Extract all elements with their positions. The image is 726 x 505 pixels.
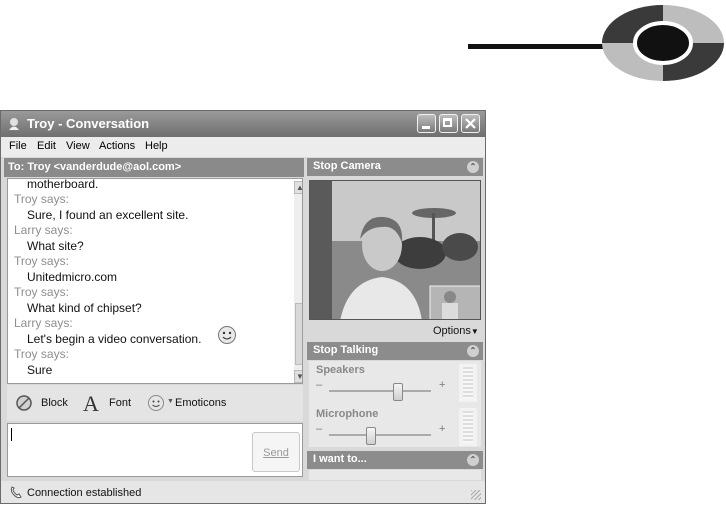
chat-sender: Larry says: — [14, 223, 73, 237]
scroll-down-button[interactable]: ▼ — [294, 370, 302, 383]
microphone-thumb[interactable] — [366, 427, 376, 445]
font-icon: A — [83, 391, 99, 416]
window-title: Troy - Conversation — [27, 116, 150, 131]
send-button[interactable]: Send — [252, 432, 300, 472]
chat-sender: Larry says: — [14, 316, 73, 330]
microphone-track — [329, 434, 431, 436]
i-want-to-label: I want to... — [313, 453, 367, 465]
speakers-label: Speakers — [316, 364, 365, 376]
i-want-to-panel — [309, 470, 481, 480]
messenger-icon — [9, 118, 19, 130]
format-toolbar: Block A Font ▼ Emoticons — [7, 385, 303, 421]
chat-sender: Troy says: — [14, 285, 69, 299]
chat-message: Sure — [27, 363, 53, 377]
stop-camera-header[interactable]: Stop Camera ⌃ — [307, 158, 483, 176]
close-button[interactable] — [461, 114, 480, 133]
connection-phone-icon — [10, 486, 22, 499]
emoticons-button[interactable]: ▼ Emoticons — [143, 389, 233, 417]
collapse-chevron-icon[interactable]: ⌃ — [467, 454, 479, 466]
send-label: Send — [263, 447, 289, 459]
message-input[interactable]: Send — [7, 423, 303, 477]
collapse-chevron-icon[interactable]: ⌃ — [467, 345, 479, 357]
audio-controls: Speakers – + Microphone – + — [309, 361, 481, 447]
i-want-to-header[interactable]: I want to... ⌃ — [307, 451, 483, 469]
menu-view[interactable]: View — [66, 140, 90, 152]
video-feed — [309, 180, 481, 320]
stop-camera-label: Stop Camera — [313, 160, 381, 172]
emoticons-label: Emoticons — [175, 397, 227, 409]
microphone-minus[interactable]: – — [316, 423, 322, 435]
options-label: Options — [433, 325, 471, 337]
recipient-bar: To: Troy <vanderdude@aol.com> — [4, 158, 304, 177]
dropdown-arrow-icon: ▼ — [167, 398, 174, 405]
chat-sender: Troy says: — [14, 347, 69, 361]
chat-history[interactable]: motherboard. Troy says: Sure, I found an… — [7, 178, 303, 384]
minimize-icon — [422, 126, 430, 129]
microphone-level-meter — [459, 408, 477, 446]
close-icon — [465, 118, 476, 129]
scroll-up-button[interactable]: ▲ — [294, 181, 302, 194]
speakers-track — [329, 390, 431, 392]
maximize-icon — [443, 118, 452, 127]
chat-scrollbar[interactable]: ▲ ▼ — [294, 181, 302, 383]
microphone-slider[interactable] — [329, 427, 431, 445]
maximize-button[interactable] — [439, 114, 458, 133]
chat-message: What kind of chipset? — [27, 301, 142, 315]
block-icon — [16, 395, 32, 411]
status-bar: Connection established — [1, 481, 485, 503]
chat-sender: Troy says: — [14, 254, 69, 268]
menu-actions[interactable]: Actions — [99, 140, 135, 152]
speakers-minus[interactable]: – — [316, 379, 322, 391]
chat-message: What site? — [27, 239, 84, 253]
resize-grip[interactable] — [471, 490, 481, 500]
font-button[interactable]: A Font — [79, 389, 135, 417]
menu-file[interactable]: File — [9, 140, 27, 152]
microphone-label: Microphone — [316, 408, 379, 420]
chat-message: motherboard. — [27, 178, 99, 191]
chat-message: Let's begin a video conversation. — [27, 332, 202, 346]
decorative-badge — [602, 5, 724, 81]
status-text: Connection established — [27, 487, 142, 499]
menu-edit[interactable]: Edit — [37, 140, 56, 152]
chat-message: Sure, I found an excellent site. — [27, 208, 189, 222]
minimize-button[interactable] — [417, 114, 436, 133]
font-label: Font — [109, 397, 132, 409]
smiley-emoticon-icon — [218, 326, 236, 344]
menu-bar: File Edit View Actions Help — [1, 137, 485, 157]
stop-talking-label: Stop Talking — [313, 344, 379, 356]
dropdown-arrow-icon: ▼ — [470, 327, 479, 336]
microphone-plus[interactable]: + — [439, 423, 445, 435]
conversation-window: Troy - Conversation File Edit View Actio… — [0, 110, 486, 504]
webcam-image — [310, 181, 480, 319]
collapse-chevron-icon[interactable]: ⌃ — [467, 161, 479, 173]
chat-message: Unitedmicro.com — [27, 270, 118, 284]
speakers-thumb[interactable] — [393, 383, 403, 401]
block-label: Block — [41, 397, 68, 409]
options-menu[interactable]: Options▼ — [433, 325, 479, 337]
recipient-label: To: Troy <vanderdude@aol.com> — [8, 161, 182, 173]
scroll-thumb[interactable] — [295, 303, 302, 365]
speakers-level-meter — [459, 364, 477, 402]
text-caret — [11, 428, 12, 441]
speakers-slider[interactable] — [329, 383, 431, 401]
stop-talking-header[interactable]: Stop Talking ⌃ — [307, 342, 483, 360]
speakers-plus[interactable]: + — [439, 379, 445, 391]
block-button[interactable]: Block — [11, 389, 77, 417]
emoticon-icon — [148, 395, 164, 411]
chat-sender: Troy says: — [14, 192, 69, 206]
title-bar[interactable]: Troy - Conversation — [1, 111, 485, 137]
menu-help[interactable]: Help — [145, 140, 168, 152]
